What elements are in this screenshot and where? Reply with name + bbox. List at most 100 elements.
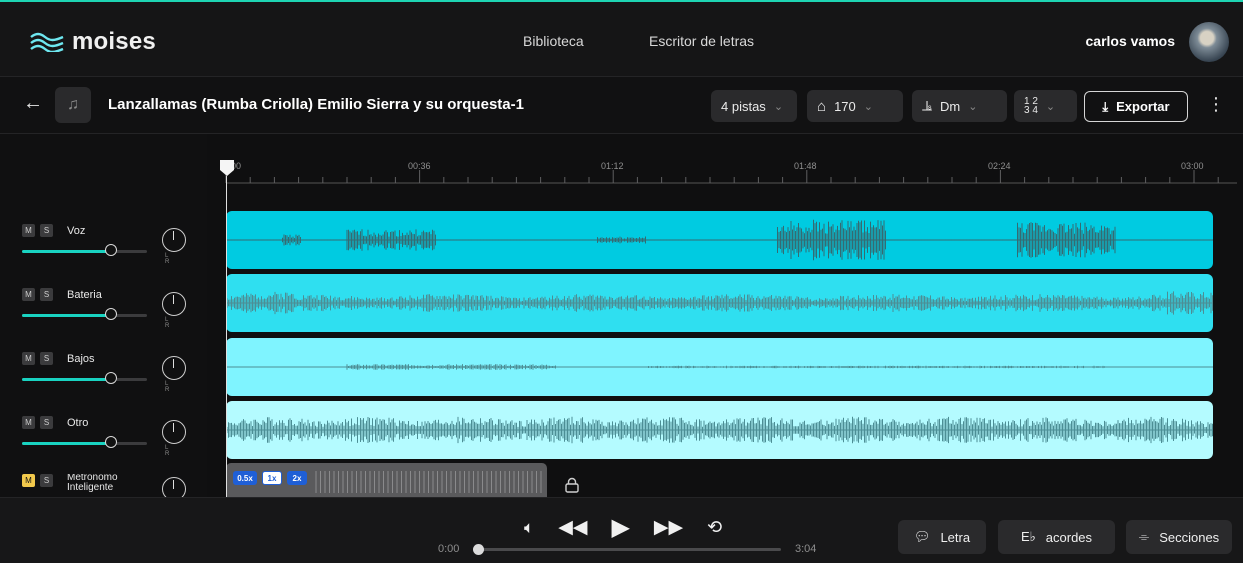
song-title: Lanzallamas (Rumba Criolla) Emilio Sierr… (108, 96, 524, 113)
user-name[interactable]: carlos vamos (1086, 33, 1176, 49)
speed-option-selected[interactable]: 1x (262, 471, 282, 485)
pan-knob[interactable] (162, 477, 186, 498)
progress-thumb[interactable] (473, 544, 484, 555)
track-lane-bateria[interactable] (226, 274, 1213, 332)
volume-slider[interactable] (22, 244, 147, 256)
waveform-otro (226, 416, 1213, 444)
chevron-down-icon: ⌄ (1045, 100, 1056, 113)
lyrics-icon: 💬︎ (913, 529, 931, 544)
track-name: Otro (67, 417, 89, 429)
app-logo[interactable]: moises (30, 28, 156, 56)
mute-button[interactable]: M (22, 416, 35, 429)
metronome-lane[interactable]: 0.5x 1x 2x (226, 463, 547, 497)
loop-icon[interactable]: ⟲ (707, 517, 722, 538)
pan-knob[interactable] (162, 292, 186, 316)
tracks-dropdown[interactable]: 4 pistas ⌄ (711, 90, 797, 122)
track-name: Bateria (67, 289, 102, 301)
sections-button[interactable]: ⌯ Secciones (1126, 520, 1232, 554)
moises-logo-icon (30, 32, 64, 52)
progress-bar[interactable] (473, 544, 781, 555)
volume-fill (22, 442, 110, 445)
lock-icon[interactable] (564, 477, 580, 493)
ruler-label: 01:48 (794, 161, 817, 171)
volume-thumb[interactable] (105, 244, 117, 256)
tracks-label: 4 pistas (721, 98, 766, 114)
key-dropdown[interactable]: ⫡ Dm ⌄ (912, 90, 1007, 122)
ruler-label: 02:24 (988, 161, 1011, 171)
time-signature-dropdown[interactable]: 1 23 4 ⌄ (1014, 90, 1077, 122)
speed-option[interactable]: 2x (287, 471, 307, 485)
download-icon: ⤓ (1102, 98, 1109, 114)
export-button[interactable]: ⤓ Exportar (1084, 91, 1188, 122)
mute-button[interactable]: M (22, 352, 35, 365)
back-arrow-icon[interactable]: ← (23, 92, 43, 115)
waveform-bateria (226, 291, 1213, 315)
volume-icon[interactable]: 🔈︎ (524, 518, 534, 538)
tuning-fork-icon: ⫡ (922, 97, 933, 115)
chevron-down-icon: ⌄ (863, 100, 873, 113)
chord-icon: E♭ (1020, 529, 1036, 544)
tempo-dropdown[interactable]: ⌂ 170 ⌄ (807, 90, 903, 122)
music-note-icon: ♫ (67, 96, 79, 113)
tempo-value: 170 (834, 98, 856, 114)
solo-button[interactable]: S (40, 288, 53, 301)
track-control-bajos: M S Bajos L R (22, 352, 202, 398)
pan-knob[interactable] (162, 420, 186, 444)
more-options-icon[interactable]: ⋮ (1207, 95, 1225, 113)
current-time: 0:00 (438, 543, 460, 555)
key-value: Dm (940, 98, 961, 114)
volume-thumb[interactable] (105, 436, 117, 448)
solo-button[interactable]: S (40, 224, 53, 237)
track-control-metronome: M S Metrónomo Inteligente (22, 474, 202, 498)
metronome-name-line2: Inteligente (67, 482, 114, 493)
volume-fill (22, 378, 110, 381)
play-icon[interactable]: ▶ (611, 513, 629, 542)
pan-label: L R (165, 381, 181, 393)
volume-thumb[interactable] (105, 308, 117, 320)
solo-button[interactable]: S (40, 352, 53, 365)
ruler-label: 00:36 (408, 161, 431, 171)
track-name: Voz (67, 225, 86, 237)
track-lane-bajos[interactable] (226, 338, 1213, 396)
solo-button[interactable]: S (40, 474, 53, 487)
volume-slider[interactable] (22, 308, 147, 320)
pan-knob[interactable] (162, 228, 186, 252)
sections-icon: ⌯ (1138, 529, 1150, 544)
playhead-marker[interactable] (219, 159, 235, 177)
rewind-icon[interactable]: ◀◀ (558, 516, 587, 539)
timeline-ruler[interactable]: 00 00:36 01:12 01:48 02:24 03:00 (207, 134, 1243, 186)
avatar[interactable] (1189, 22, 1229, 62)
solo-button[interactable]: S (40, 416, 53, 429)
player-bar: 🔈︎ ◀◀ ▶ ▶▶ ⟲ 0:00 3:04 💬︎ Letra E♭ acord… (0, 497, 1243, 563)
ruler-ticks (225, 170, 1237, 184)
nav-biblioteca[interactable]: Biblioteca (523, 33, 584, 49)
track-lane-voz[interactable] (226, 211, 1213, 269)
pan-label: L R (165, 317, 181, 329)
lyrics-button[interactable]: 💬︎ Letra (898, 520, 986, 554)
pan-knob[interactable] (162, 356, 186, 380)
duration: 3:04 (795, 543, 817, 555)
export-label: Exportar (1116, 99, 1170, 114)
mute-button[interactable]: M (22, 474, 35, 487)
volume-slider[interactable] (22, 372, 147, 384)
fast-forward-icon[interactable]: ▶▶ (654, 516, 683, 539)
chevron-down-icon: ⌄ (773, 100, 784, 113)
volume-thumb[interactable] (105, 372, 117, 384)
speed-option[interactable]: 0.5x (233, 471, 257, 485)
track-control-voz: M S Voz L R (22, 224, 202, 270)
waveform-bajos (226, 364, 1213, 370)
chords-button[interactable]: E♭ acordes (998, 520, 1115, 554)
sections-label: Secciones (1159, 529, 1220, 545)
volume-slider[interactable] (22, 436, 147, 448)
nav-escritor-de-letras[interactable]: Escritor de letras (649, 33, 754, 49)
ruler-label: 03:00 (1181, 161, 1204, 171)
mute-button[interactable]: M (22, 224, 35, 237)
track-lanes: 0.5x 1x 2x (207, 186, 1243, 497)
track-controls-panel: M S Voz L R M S Bateria L R M S Bajos L … (0, 134, 207, 498)
chords-label: acordes (1045, 529, 1093, 545)
track-lane-otro[interactable] (226, 401, 1213, 459)
track-control-otro: M S Otro L R (22, 416, 202, 462)
volume-fill (22, 314, 110, 317)
transport-controls: 🔈︎ ◀◀ ▶ ▶▶ ⟲ (524, 513, 722, 542)
mute-button[interactable]: M (22, 288, 35, 301)
